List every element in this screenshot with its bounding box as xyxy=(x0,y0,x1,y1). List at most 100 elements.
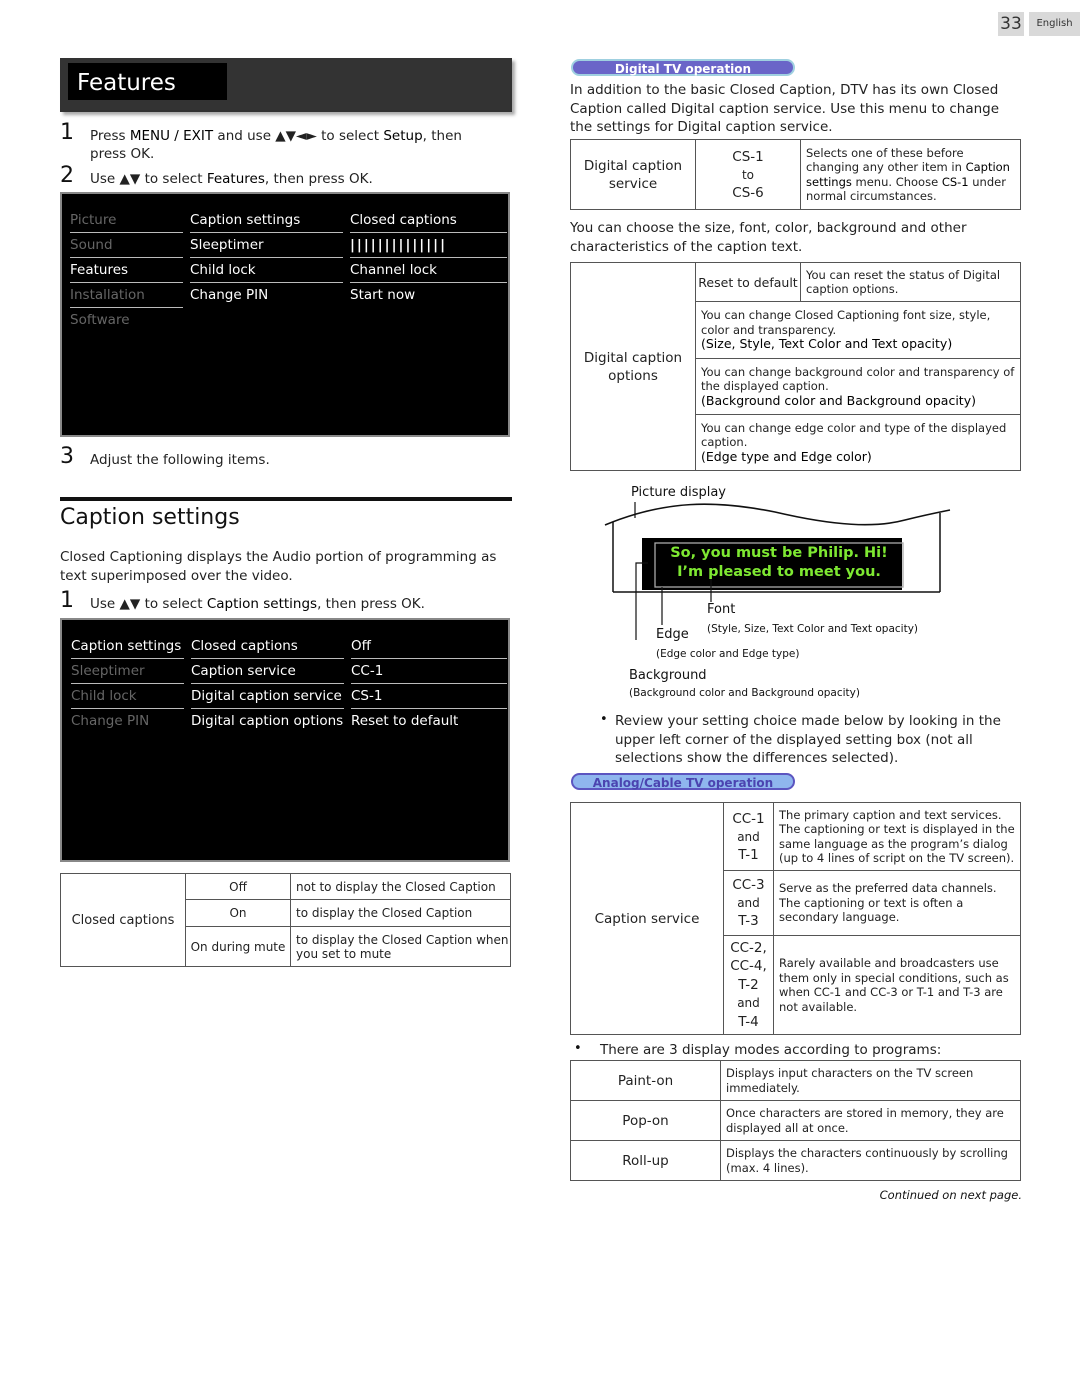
menu-item-caption-settings[interactable]: Caption settings xyxy=(71,634,184,659)
mode-name: Pop-on xyxy=(570,1100,721,1141)
table-label: Closed captions xyxy=(60,873,186,967)
caption-codes: CC-3 and T-3 xyxy=(723,870,774,936)
picture-display-label: Picture display xyxy=(631,485,726,500)
bullet-icon: • xyxy=(600,712,608,727)
background-label: Background xyxy=(629,668,707,683)
menu-item-closed-captions[interactable]: Closed captions xyxy=(350,208,507,233)
modes-bullet-text: There are 3 display modes according to p… xyxy=(600,1042,942,1058)
table-desc: not to display the Closed Caption xyxy=(290,873,511,900)
table-option: On during mute xyxy=(185,926,291,967)
digital-caption-options-table: Digital caption options Reset to default… xyxy=(570,262,1021,471)
reset-label: Reset to default xyxy=(695,262,801,302)
display-modes-table: Paint-on Displays input characters on th… xyxy=(570,1060,1021,1181)
table-label: Digital caption options xyxy=(570,262,696,471)
closed-captions-table: Closed captions Off not to display the C… xyxy=(60,873,511,967)
features-banner: Features xyxy=(60,58,512,112)
menu-value-caption-service[interactable]: CC-1 xyxy=(351,659,507,684)
section-divider xyxy=(60,497,512,501)
features-menu: Picture Sound Features Installation Soft… xyxy=(60,192,510,437)
menu-item-software[interactable]: Software xyxy=(70,308,183,333)
menu-item-closed-captions[interactable]: Closed captions xyxy=(191,634,344,659)
digital-caption-service-table: Digital caption service CS-1 to CS-6 Sel… xyxy=(570,139,1021,210)
menu-column-features: Caption settings Sleeptimer Child lock C… xyxy=(71,634,184,734)
option-desc: You can change Closed Captioning font si… xyxy=(701,308,991,337)
menu-column-caption-items: Closed captions Caption service Digital … xyxy=(191,634,344,734)
caption-service-table: Caption service CC-1 and T-1 The primary… xyxy=(570,802,1021,1035)
menu-item-features[interactable]: Features xyxy=(70,258,183,283)
menu-item-installation[interactable]: Installation xyxy=(70,283,183,308)
option-desc: You can change edge color and type of th… xyxy=(701,420,1007,450)
caption-settings-menu: Caption settings Sleeptimer Child lock C… xyxy=(60,618,510,862)
table-desc: The primary caption and text services. T… xyxy=(773,802,1021,871)
step-number: 3 xyxy=(60,444,74,469)
range-to-word: to xyxy=(741,167,755,182)
step-2-text: Use ▲▼ to select Features, then press OK… xyxy=(90,171,373,187)
step-3-text: Adjust the following items. xyxy=(90,452,270,468)
range-from: CS-1 xyxy=(732,148,764,165)
menu-item-change-pin[interactable]: Change PIN xyxy=(71,709,184,734)
mode-desc: Displays input characters on the TV scre… xyxy=(720,1060,1021,1101)
caption-diagram: Picture display So, you must be Philip. … xyxy=(595,480,965,705)
table-option: On xyxy=(185,899,291,927)
menu-item-change-pin[interactable]: Change PIN xyxy=(190,283,343,308)
menu-item-child-lock[interactable]: Child lock xyxy=(190,258,343,283)
analog-cable-tv-operation-badge: Analog/Cable TV operation xyxy=(571,773,795,790)
menu-value-digital-caption-options[interactable]: Reset to default xyxy=(351,709,507,734)
menu-item-digital-caption-service[interactable]: Digital caption service xyxy=(191,684,344,709)
menu-item-child-lock[interactable]: Child lock xyxy=(71,684,184,709)
menu-item-sleeptimer[interactable]: Sleeptimer xyxy=(71,659,184,684)
menu-item-caption-service[interactable]: Caption service xyxy=(191,659,344,684)
code: CC-4, xyxy=(730,958,767,975)
mode-name: Paint-on xyxy=(570,1060,721,1101)
menu-item-digital-caption-options[interactable]: Digital caption options xyxy=(191,709,344,734)
table-desc: Serve as the preferred data channels. Th… xyxy=(773,870,1021,936)
caption-sample: So, you must be Philip. Hi! I’m pleased … xyxy=(657,544,901,582)
caption-step-1-text: Use ▲▼ to select Caption settings, then … xyxy=(90,596,425,612)
edge-options-desc: You can change edge color and type of th… xyxy=(695,414,1021,471)
font-sublabel: (Style, Size, Text Color and Text opacit… xyxy=(707,623,919,635)
code: and xyxy=(737,896,760,910)
code: CC-3 xyxy=(732,877,765,893)
section-title: Caption settings xyxy=(60,505,240,530)
code: T-4 xyxy=(738,1013,759,1030)
menu-item-caption-settings[interactable]: Caption settings xyxy=(190,208,343,233)
background-sublabel: (Background color and Background opacity… xyxy=(629,687,860,699)
banner-title: Features xyxy=(68,63,227,100)
menu-item-sleeptimer-bar[interactable]: |||||||||||||| xyxy=(350,233,507,258)
menu-value-closed-captions[interactable]: Off xyxy=(351,634,507,659)
code: T-1 xyxy=(738,846,759,863)
menu-item-sleeptimer[interactable]: Sleeptimer xyxy=(190,233,343,258)
caption-line-2: I’m pleased to meet you. xyxy=(677,564,881,580)
table-label: Digital caption service xyxy=(570,139,696,210)
menu-item-sound[interactable]: Sound xyxy=(70,233,183,258)
code: CC-2, xyxy=(730,939,767,956)
menu-column-options: Closed captions |||||||||||||| Channel l… xyxy=(350,208,507,308)
step-number: 1 xyxy=(60,120,74,145)
menu-item-channel-lock[interactable]: Channel lock xyxy=(350,258,507,283)
table-option: Off xyxy=(185,873,291,900)
menu-column-features: Caption settings Sleeptimer Child lock C… xyxy=(190,208,343,308)
review-bullet-text: Review your setting choice made below by… xyxy=(615,713,1001,766)
options-intro: You can choose the size, font, color, ba… xyxy=(570,220,967,255)
option-detail: (Edge type and Edge color) xyxy=(701,448,872,464)
edge-sublabel: (Edge color and Edge type) xyxy=(656,648,800,660)
table-range: CS-1 to CS-6 xyxy=(695,139,801,210)
step-number: 2 xyxy=(60,163,74,188)
caption-line-1: So, you must be Philip. Hi! xyxy=(670,545,888,561)
mode-desc: Displays the characters continuously by … xyxy=(720,1140,1021,1181)
menu-item-picture[interactable]: Picture xyxy=(70,208,183,233)
option-desc: You can change background color and tran… xyxy=(701,364,1015,394)
step-number: 1 xyxy=(60,588,74,613)
edge-label: Edge xyxy=(656,627,689,642)
step-1-text: Press MENU / EXIT and use ▲▼◄► to select… xyxy=(90,128,462,162)
menu-column-values: Off CC-1 CS-1 Reset to default xyxy=(351,634,507,734)
code: CC-1 xyxy=(732,810,765,827)
menu-value-digital-caption-service[interactable]: CS-1 xyxy=(351,684,507,709)
mode-name: Roll-up xyxy=(570,1140,721,1181)
table-desc: to display the Closed Caption when you s… xyxy=(290,926,511,967)
menu-item-start-now[interactable]: Start now xyxy=(350,283,507,308)
code: and xyxy=(737,829,760,844)
continued-note: Continued on next page. xyxy=(879,1188,1022,1202)
menu-column-categories: Picture Sound Features Installation Soft… xyxy=(70,208,183,333)
mode-desc: Once characters are stored in memory, th… xyxy=(720,1100,1021,1141)
